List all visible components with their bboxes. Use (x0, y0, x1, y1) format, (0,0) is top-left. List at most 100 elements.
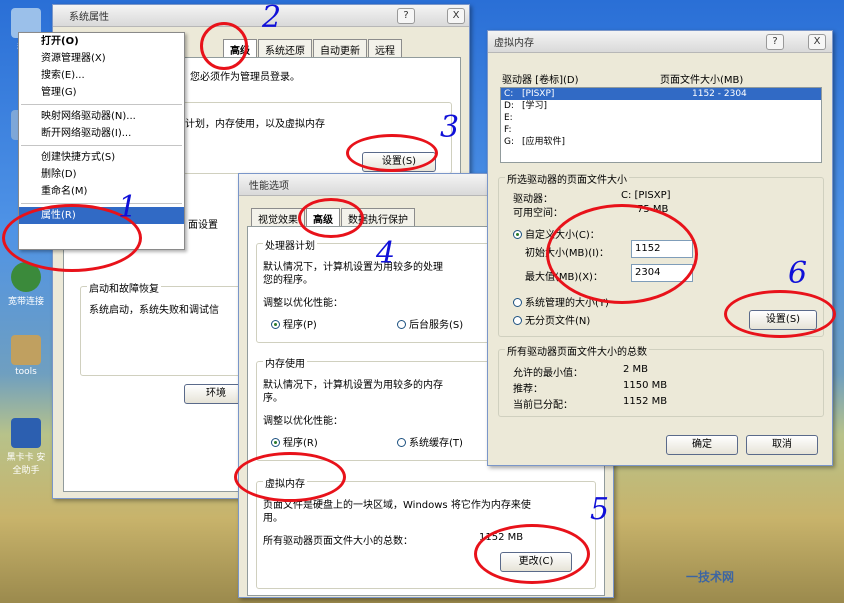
desktop-icon-tools[interactable]: tools (4, 335, 48, 377)
virtual-memory-text-2: 用。 (263, 513, 283, 524)
menu-separator (21, 203, 182, 204)
drive-label-text: 驱动器： (513, 194, 553, 205)
current-value: 1152 MB (623, 396, 668, 407)
menu-item-manage[interactable]: 管理(G) (19, 84, 184, 101)
radio-button[interactable] (397, 438, 406, 447)
step-number-5: 5 (590, 492, 610, 527)
radio-programs-label: 程序(P) (283, 320, 317, 331)
radio-button[interactable] (397, 320, 406, 329)
desktop-icon-security[interactable]: 黑卡卡 安全助手 (4, 418, 48, 476)
column-size: 页面文件大小(MB) (660, 75, 744, 86)
window-title: 性能选项 (249, 181, 289, 192)
tab-visual-effects[interactable]: 视觉效果 (251, 208, 305, 228)
radio-background-label: 后台服务(S) (409, 320, 464, 331)
radio-mem-programs[interactable]: 程序(R) (271, 434, 318, 449)
drive-row[interactable]: G: [应用软件] (501, 136, 821, 148)
highlight-size-inputs (546, 204, 698, 304)
memory-group: 内存使用 默认情况下，计算机设置为用较多的内存 序。 调整以优化性能： 程序(R… (256, 355, 496, 461)
recommended-label: 推荐： (513, 384, 543, 395)
step-number-6: 6 (788, 256, 808, 291)
watermark: 一技术网 (686, 570, 735, 584)
space-label-text: 可用空间： (513, 208, 563, 219)
menu-separator (21, 104, 182, 105)
admin-note: 您必须作为管理员登录。 (190, 72, 300, 83)
menu-item-open[interactable]: 打开(O) (19, 33, 184, 50)
radio-button[interactable] (271, 320, 280, 329)
recommended-value: 1150 MB (623, 380, 668, 391)
menu-item-explore[interactable]: 资源管理器(X) (19, 50, 184, 67)
step-number-1: 1 (118, 190, 138, 225)
startup-text: 系统启动，系统失败和调试信 (89, 305, 219, 316)
step-number-2: 2 (262, 0, 282, 35)
menu-item-delete[interactable]: 删除(D) (19, 166, 184, 183)
radio-no-paging[interactable]: 无分页文件(N) (513, 312, 590, 327)
tools-icon (11, 335, 41, 365)
menu-separator (21, 145, 182, 146)
help-button[interactable]: ? (766, 34, 784, 50)
memory-text-2: 序。 (263, 393, 283, 404)
drive-label: [学习] (522, 101, 548, 111)
cancel-button[interactable]: 取消 (746, 435, 818, 455)
drive-value-text: C: [PISXP] (621, 190, 671, 201)
drive-row[interactable]: D: [学习] (501, 100, 821, 112)
current-label: 当前已分配： (513, 400, 573, 411)
memory-title: 内存使用 (263, 355, 307, 370)
total-size-title: 所有驱动器页面文件大小的总数 (505, 343, 649, 358)
radio-mem-cache-label: 系统缓存(T) (409, 438, 463, 449)
menu-item-disconnect-drive[interactable]: 断开网络驱动器(I)... (19, 125, 184, 142)
menu-item-create-shortcut[interactable]: 创建快捷方式(S) (19, 149, 184, 166)
highlight-set (724, 290, 836, 338)
radio-background[interactable]: 后台服务(S) (397, 316, 463, 331)
drive-size: 1152 - 2304 (692, 89, 747, 99)
step-number-4: 4 (376, 236, 396, 271)
min-label: 允许的最小值： (513, 368, 583, 379)
radio-no-paging-label: 无分页文件(N) (525, 316, 591, 327)
radio-programs[interactable]: 程序(P) (271, 316, 317, 331)
radio-button[interactable] (513, 298, 522, 307)
virtual-memory-total-label: 所有驱动器页面文件大小的总数： (263, 536, 413, 547)
radio-button[interactable] (271, 438, 280, 447)
drive-label: [应用软件] (522, 137, 566, 147)
step-number-3: 3 (440, 110, 460, 145)
radio-mem-cache[interactable]: 系统缓存(T) (397, 434, 463, 449)
tab-auto-update[interactable]: 自动更新 (313, 39, 367, 59)
tab-strip: 高级 系统还原 自动更新 远程 (223, 39, 403, 59)
window-title: 虚拟内存 (494, 38, 534, 49)
highlight-virtual-memory (234, 452, 346, 502)
menu-item-map-drive[interactable]: 映射网络驱动器(N)... (19, 108, 184, 125)
close-button[interactable]: X (447, 8, 465, 24)
help-button[interactable]: ? (397, 8, 415, 24)
scheduling-title: 处理器计划 (263, 237, 317, 252)
radio-button[interactable] (513, 316, 522, 325)
highlight-settings (346, 134, 438, 172)
tab-remote[interactable]: 远程 (368, 39, 402, 59)
performance-text: 计划，内存使用，以及虚拟内存 (185, 119, 325, 130)
drive-label: [PISXP] (522, 89, 555, 99)
menu-item-search[interactable]: 搜索(E)... (19, 67, 184, 84)
drive-row[interactable]: E: (501, 112, 821, 124)
drive-letter: E: (504, 113, 513, 123)
startup-group: 启动和故障恢复 系统启动，系统失败和调试信 (80, 280, 250, 376)
tab-system-restore[interactable]: 系统还原 (258, 39, 312, 59)
highlight-advanced-tab (200, 22, 248, 70)
memory-text-1: 默认情况下，计算机设置为用较多的内存 (263, 380, 443, 391)
total-size-group: 所有驱动器页面文件大小的总数 允许的最小值： 2 MB 推荐： 1150 MB … (498, 343, 824, 417)
drive-letter: F: (504, 125, 512, 135)
desktop-icon-label: 黑卡卡 安全助手 (6, 453, 46, 476)
selected-drive-title: 所选驱动器的页面文件大小 (505, 171, 629, 186)
drive-letter: D: (504, 101, 514, 111)
desktop-icon-label: tools (15, 367, 37, 377)
drive-letter: C: (504, 89, 514, 99)
radio-button[interactable] (513, 230, 522, 239)
startup-title: 启动和故障恢复 (87, 280, 161, 295)
highlight-change (474, 524, 590, 584)
menu-item-rename[interactable]: 重命名(M) (19, 183, 184, 200)
drive-row[interactable]: F: (501, 124, 821, 136)
shield-icon (11, 418, 41, 448)
min-value: 2 MB (623, 364, 649, 375)
column-drive: 驱动器 [卷标](D) (502, 75, 579, 86)
close-button[interactable]: X (808, 34, 826, 50)
highlight-perf-advanced (298, 198, 364, 238)
drive-row[interactable]: C: [PISXP] 1152 - 2304 (501, 88, 821, 100)
ok-button[interactable]: 确定 (666, 435, 738, 455)
